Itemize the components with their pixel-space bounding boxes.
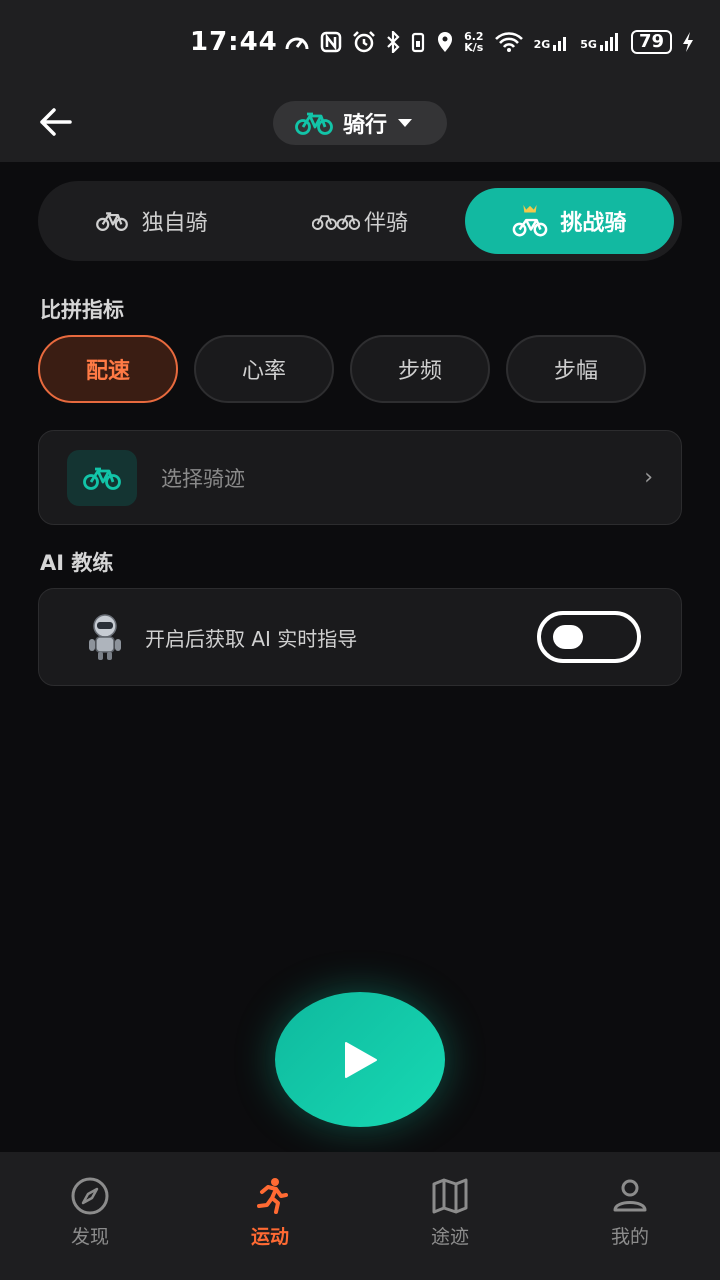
nav-discover[interactable]: 发现 bbox=[0, 1176, 180, 1257]
metrics-section-title: 比拼指标 bbox=[40, 298, 124, 322]
bottom-navigation: 发现 运动 途迹 我的 bbox=[0, 1152, 720, 1280]
start-ride-button[interactable] bbox=[275, 992, 445, 1127]
ai-coach-card: 开启后获取 AI 实时指导 bbox=[38, 588, 682, 686]
net-speed: 6.2 K/s bbox=[464, 30, 484, 54]
tab-challenge-ride-label: 挑战骑 bbox=[560, 211, 627, 236]
status-icons: 6.2 K/s 2G 5G 79 bbox=[284, 30, 694, 54]
charging-icon bbox=[683, 32, 693, 52]
status-bar: 17:44 6.2 K/s 2G 5G 79 bbox=[0, 0, 720, 84]
ai-coach-description: 开启后获取 AI 实时指导 bbox=[145, 626, 358, 651]
chevron-right-icon: › bbox=[644, 465, 653, 490]
arrow-left-icon[interactable] bbox=[36, 102, 76, 142]
nav-profile[interactable]: 我的 bbox=[540, 1176, 720, 1257]
caret-down-icon bbox=[398, 119, 412, 127]
running-icon bbox=[248, 1176, 292, 1216]
bicycle-icon bbox=[295, 112, 333, 135]
bicycle-icon bbox=[95, 212, 128, 231]
signal-5g-label: 5G bbox=[580, 38, 597, 51]
select-route-card[interactable]: 选择骑迹 › bbox=[38, 430, 682, 525]
tab-companion-ride-label: 伴骑 bbox=[363, 211, 408, 236]
alarm-icon bbox=[353, 31, 375, 53]
play-icon bbox=[345, 1041, 377, 1078]
metric-pace[interactable]: 配速 bbox=[38, 335, 178, 403]
tab-solo-ride[interactable]: 独自骑 bbox=[46, 188, 255, 254]
nfc-icon bbox=[320, 31, 342, 53]
select-route-label: 选择骑迹 bbox=[161, 466, 245, 491]
bluetooth-icon bbox=[387, 31, 400, 53]
bicycle-icon bbox=[83, 467, 121, 490]
nav-sport-label: 运动 bbox=[250, 1225, 289, 1248]
vibrate-icon bbox=[411, 32, 425, 53]
signal-icon bbox=[599, 33, 618, 51]
metric-stride[interactable]: 步幅 bbox=[506, 335, 646, 403]
tab-companion-ride[interactable]: 伴骑 bbox=[255, 188, 464, 254]
nav-sport[interactable]: 运动 bbox=[180, 1176, 360, 1257]
profile-icon bbox=[608, 1176, 652, 1216]
ride-mode-tabs: 独自骑 伴骑 挑战骑 bbox=[38, 181, 682, 261]
compass-icon bbox=[68, 1176, 112, 1216]
status-time: 17:44 bbox=[190, 27, 278, 57]
nav-tracks[interactable]: 途迹 bbox=[360, 1176, 540, 1257]
map-icon bbox=[428, 1176, 472, 1216]
battery-level: 79 bbox=[630, 30, 672, 54]
speedometer-icon bbox=[285, 37, 309, 50]
nav-discover-label: 发现 bbox=[70, 1225, 109, 1248]
ai-coach-title: AI 教练 bbox=[40, 551, 114, 575]
metric-options: 配速 心率 步频 步幅 bbox=[38, 335, 646, 403]
sport-type-dropdown[interactable]: 骑行 bbox=[272, 101, 447, 145]
tab-solo-ride-label: 独自骑 bbox=[141, 211, 208, 236]
group-bicycles-icon bbox=[311, 215, 360, 230]
header: 骑行 bbox=[0, 84, 720, 162]
crown-bicycle-icon bbox=[512, 204, 548, 237]
ai-coach-toggle[interactable] bbox=[537, 611, 641, 663]
nav-tracks-label: 途迹 bbox=[430, 1225, 469, 1248]
sport-type-label: 骑行 bbox=[342, 113, 387, 138]
location-icon bbox=[438, 32, 453, 52]
metric-heart-rate[interactable]: 心率 bbox=[194, 335, 334, 403]
signal-icon bbox=[553, 37, 567, 51]
robot-icon bbox=[89, 614, 121, 660]
wifi-icon bbox=[494, 32, 523, 52]
tab-challenge-ride[interactable]: 挑战骑 bbox=[464, 188, 674, 254]
toggle-knob bbox=[553, 625, 583, 649]
metric-cadence[interactable]: 步频 bbox=[350, 335, 490, 403]
route-icon-box bbox=[67, 449, 137, 506]
signal-2g-label: 2G bbox=[533, 38, 551, 51]
nav-profile-label: 我的 bbox=[610, 1225, 649, 1248]
